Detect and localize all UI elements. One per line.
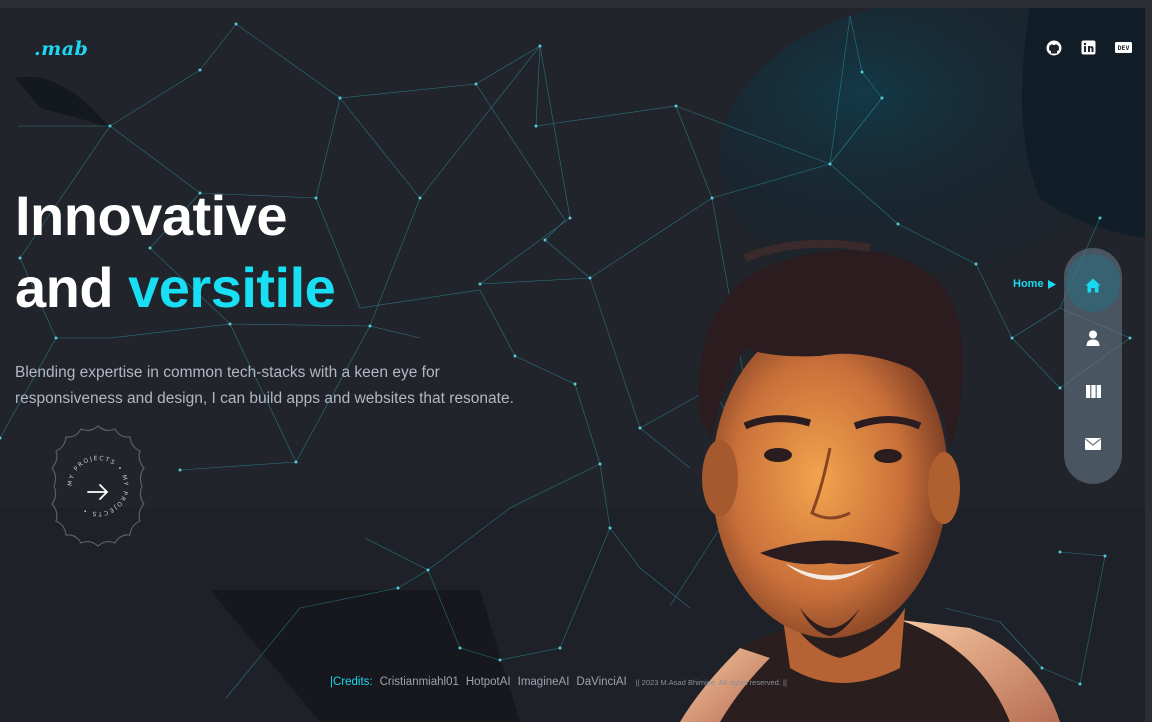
credit-link[interactable]: Cristianmiahl01 <box>380 676 459 688</box>
hero-subtitle-line2: responsiveness and design, I can build a… <box>15 390 514 407</box>
nav-about[interactable] <box>1064 313 1122 363</box>
my-projects-button[interactable]: MY PROJECTS • MY PROJECTS • <box>36 424 160 548</box>
nav-contact[interactable] <box>1064 419 1122 469</box>
credit-link[interactable]: HotpotAI <box>466 676 511 688</box>
linkedin-icon <box>1081 40 1096 55</box>
hero-title-line1: Innovative <box>15 184 287 247</box>
site-logo[interactable]: .mab <box>34 38 88 60</box>
footer-credits: |Credits: Cristianmiahl01 HotpotAI Imagi… <box>330 676 787 688</box>
hero-title-line2: and versitile <box>15 260 336 316</box>
hero-title-plain: and <box>15 256 114 319</box>
copyright-text: || 2023 M.Asad Bhimjee. All rights reser… <box>635 678 787 687</box>
nav-home[interactable] <box>1064 260 1122 310</box>
hero-subtitle-line1: Blending expertise in common tech-stacks… <box>15 364 440 381</box>
projects-icon <box>1085 384 1101 398</box>
nav-label-text: Home <box>1013 278 1044 290</box>
hero-subtitle: Blending expertise in common tech-stacks… <box>15 360 555 412</box>
arrow-right-icon <box>87 484 109 500</box>
nav-projects[interactable] <box>1064 366 1122 416</box>
mail-icon <box>1085 438 1101 450</box>
credit-link[interactable]: DaVinciAI <box>576 676 626 688</box>
user-icon <box>1086 330 1100 346</box>
triangle-right-icon <box>1047 279 1056 289</box>
home-icon <box>1085 278 1101 292</box>
linkedin-link[interactable] <box>1081 40 1096 55</box>
hero-title-accent: versitile <box>128 256 336 319</box>
github-link[interactable] <box>1046 40 1062 56</box>
credit-link[interactable]: ImagineAI <box>518 676 570 688</box>
credits-label: |Credits: <box>330 676 373 688</box>
page-frame: .mab DEV Innovative and versitile Blendi… <box>0 8 1145 722</box>
dev-link[interactable]: DEV <box>1115 42 1132 53</box>
dev-icon: DEV <box>1117 43 1130 52</box>
nav-active-label: Home <box>1013 278 1056 290</box>
github-icon <box>1046 40 1062 56</box>
